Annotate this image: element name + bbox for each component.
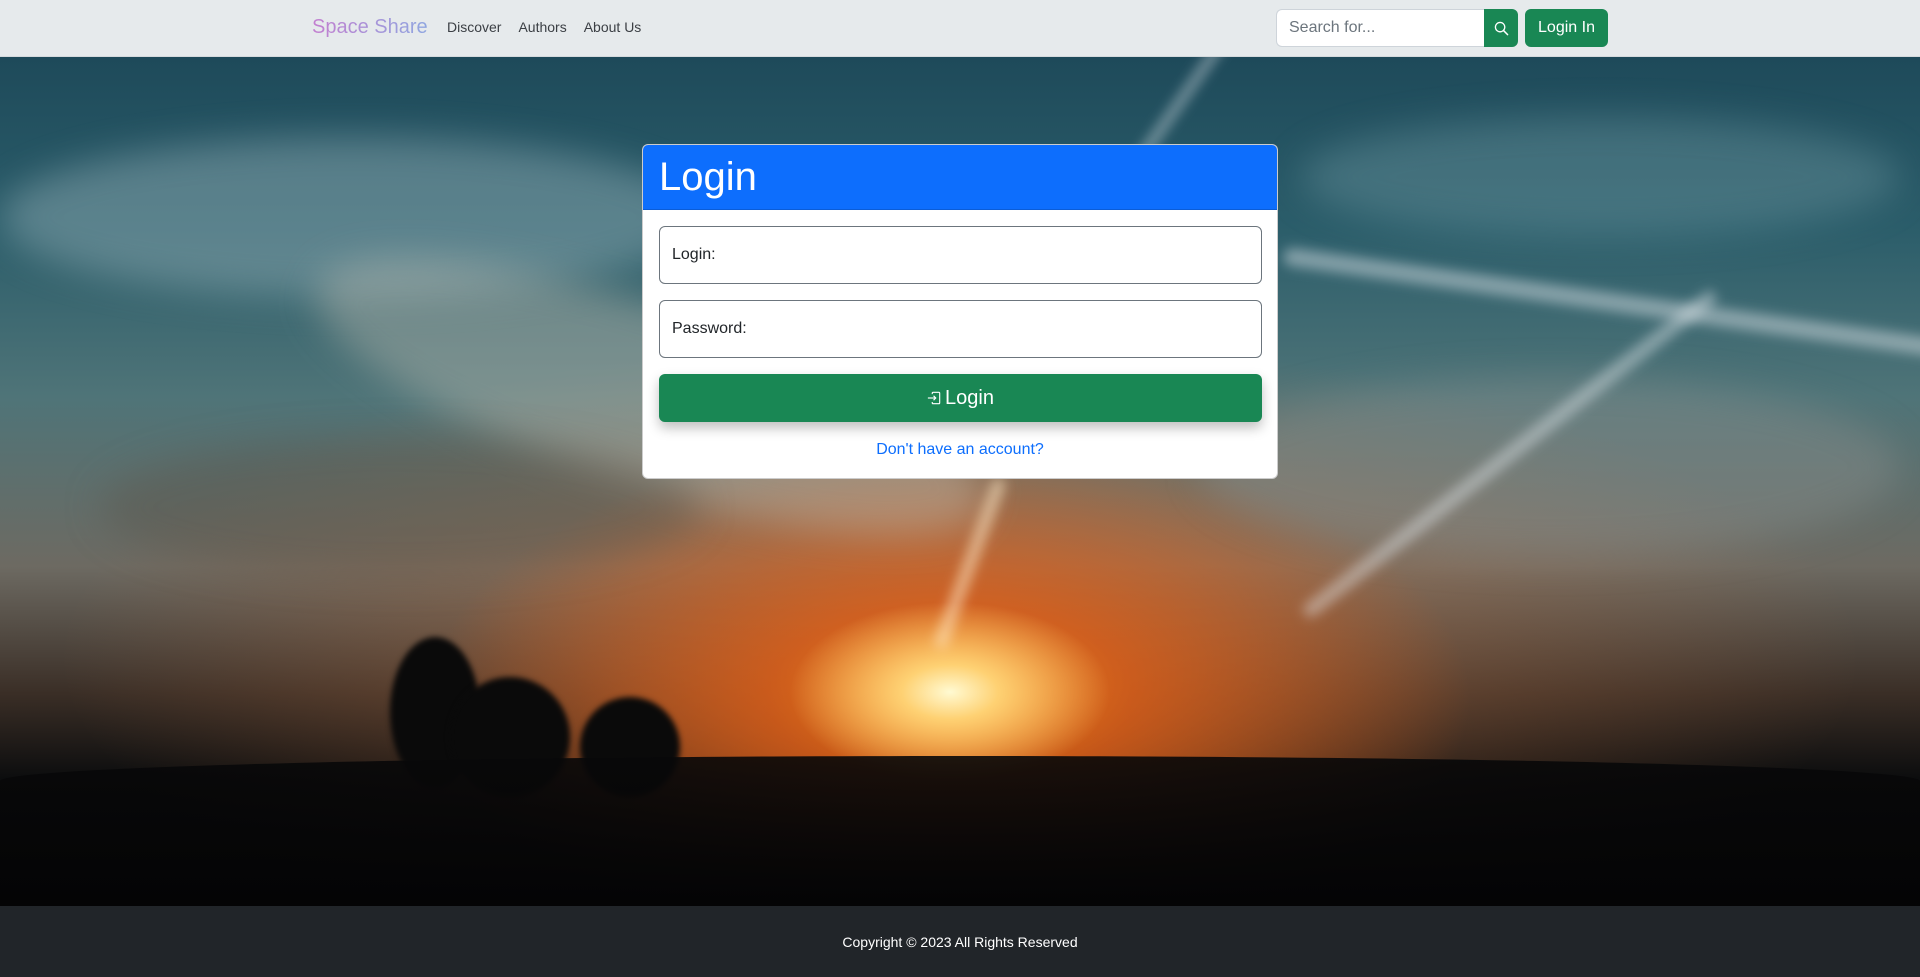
login-title: Login [659,154,757,199]
password-field-label: Password: [672,320,747,337]
search-input[interactable] [1276,9,1484,47]
login-field-label: Login: [672,246,716,263]
login-submit-label: Login [945,386,994,409]
login-submit-button[interactable]: Login [659,374,1262,422]
signup-link[interactable]: Don't have an account? [643,441,1277,459]
nav-link-about-us[interactable]: About Us [584,19,642,35]
login-card: Login Login: Password: Login Don't have … [642,144,1278,479]
contrail [1282,246,1920,366]
ground-silhouette [0,756,1920,906]
box-arrow-in-right-icon [927,391,941,405]
cloud [1300,117,1900,237]
nav-link-authors[interactable]: Authors [518,19,566,35]
footer: Copyright © 2023 All Rights Reserved [0,906,1920,977]
nav-links: Discover Authors About Us [447,19,641,35]
password-input[interactable] [746,301,1261,357]
login-card-header: Login [643,145,1277,210]
search-icon [1494,21,1508,35]
nav-link-discover[interactable]: Discover [447,19,501,35]
cloud [1200,377,1900,557]
search-form [1276,9,1518,47]
cloud [100,437,700,577]
copyright-text: Copyright © 2023 All Rights Reserved [842,933,1078,950]
password-field[interactable]: Password: [659,300,1262,358]
navbar: Space Share Discover Authors About Us Lo… [0,0,1920,57]
login-input[interactable] [715,227,1261,283]
login-in-button[interactable]: Login In [1525,9,1608,47]
search-button[interactable] [1484,9,1518,47]
login-field[interactable]: Login: [659,226,1262,284]
brand-logo[interactable]: Space Share [312,16,428,39]
